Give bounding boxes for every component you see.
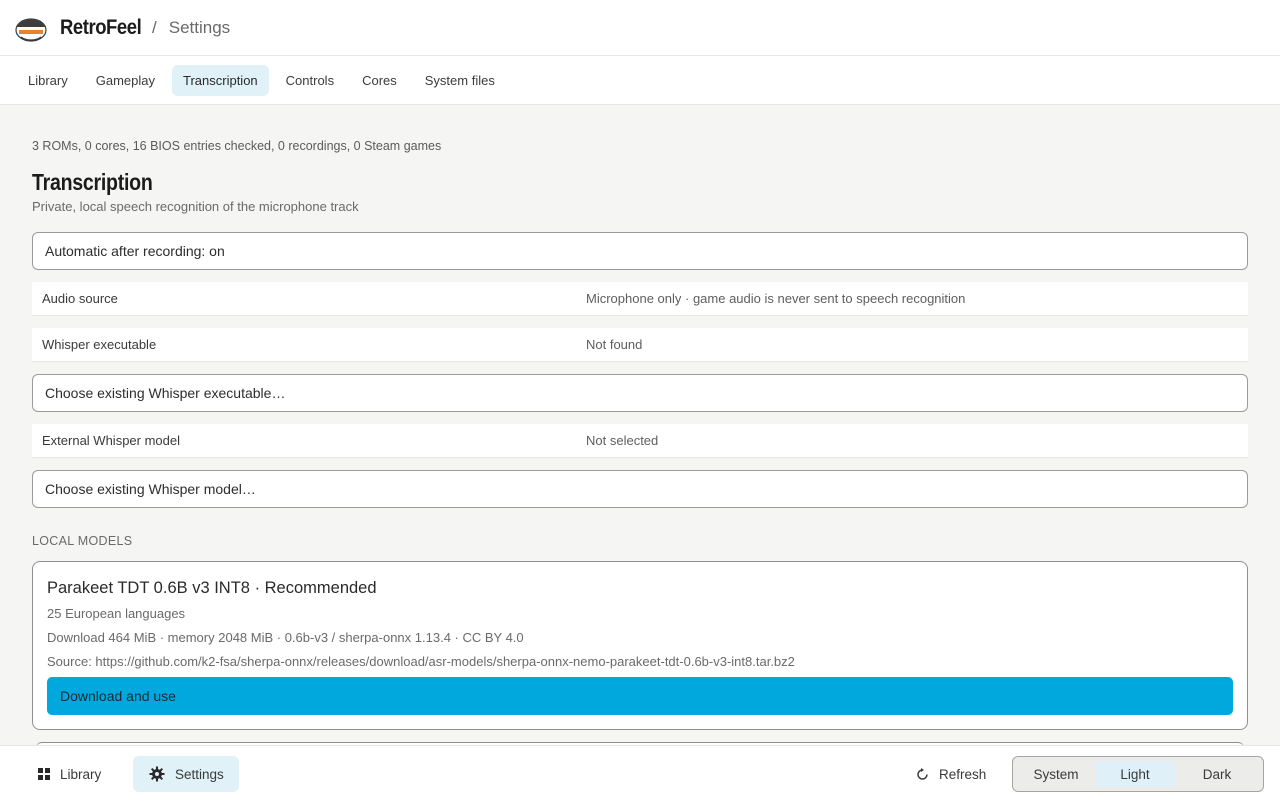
refresh-label: Refresh bbox=[939, 766, 987, 782]
app-header: RetroFeel / Settings bbox=[0, 0, 1280, 56]
model-source: Source: https://github.com/k2-fsa/sherpa… bbox=[47, 654, 795, 669]
audio-source-value: Microphone only · game audio is never se… bbox=[586, 291, 966, 306]
bottom-nav: Library Settings Refresh System Light Da… bbox=[0, 745, 1280, 800]
tab-transcription[interactable]: Transcription bbox=[172, 64, 269, 96]
tab-library[interactable]: Library bbox=[17, 65, 79, 96]
local-models-heading: LOCAL MODELS bbox=[32, 534, 133, 548]
breadcrumb-separator: / bbox=[152, 17, 157, 37]
tab-system-files[interactable]: System files bbox=[414, 65, 506, 96]
theme-system-option[interactable]: System bbox=[1017, 761, 1095, 787]
theme-dark-option[interactable]: Dark bbox=[1175, 761, 1259, 787]
choose-whisper-executable-button[interactable]: Choose existing Whisper executable… bbox=[32, 374, 1248, 412]
grid-icon bbox=[38, 768, 50, 780]
model-name: Parakeet TDT 0.6B v3 INT8 · Recommended bbox=[47, 579, 377, 597]
model-meta: Download 464 MiB · memory 2048 MiB · 0.6… bbox=[47, 630, 524, 645]
nav-settings-label: Settings bbox=[175, 766, 224, 782]
tab-gameplay[interactable]: Gameplay bbox=[85, 65, 166, 96]
app-title: RetroFeel bbox=[60, 15, 142, 39]
section-title: Transcription bbox=[32, 169, 153, 195]
auto-transcribe-toggle[interactable]: Automatic after recording: on bbox=[32, 232, 1248, 270]
external-model-row: External Whisper model Not selected bbox=[32, 424, 1248, 458]
tab-cores[interactable]: Cores bbox=[351, 65, 408, 96]
model-languages: 25 European languages bbox=[47, 606, 186, 621]
theme-light-option[interactable]: Light bbox=[1095, 761, 1175, 787]
breadcrumb-page: Settings bbox=[168, 17, 231, 37]
settings-tabs: Library Gameplay Transcription Controls … bbox=[0, 56, 1280, 105]
whisper-executable-row: Whisper executable Not found bbox=[32, 328, 1248, 362]
tab-controls[interactable]: Controls bbox=[275, 65, 345, 96]
section-subtitle: Private, local speech recognition of the… bbox=[32, 199, 359, 214]
external-model-value: Not selected bbox=[586, 433, 659, 448]
whisper-executable-value: Not found bbox=[586, 337, 643, 352]
whisper-executable-label: Whisper executable bbox=[42, 337, 157, 352]
audio-source-row: Audio source Microphone only · game audi… bbox=[32, 282, 1248, 316]
model-card: Parakeet TDT 0.6B v3 INT8 · Recommended … bbox=[32, 561, 1248, 730]
nav-library-button[interactable]: Library bbox=[28, 756, 111, 792]
gear-icon bbox=[149, 766, 165, 782]
theme-selector: System Light Dark bbox=[1012, 756, 1264, 792]
external-model-label: External Whisper model bbox=[42, 433, 180, 448]
nav-library-label: Library bbox=[60, 766, 102, 782]
refresh-button[interactable]: Refresh bbox=[916, 756, 986, 792]
app-logo-icon bbox=[15, 17, 47, 42]
choose-whisper-model-button[interactable]: Choose existing Whisper model… bbox=[32, 470, 1248, 508]
nav-settings-button[interactable]: Settings bbox=[133, 756, 239, 792]
audio-source-label: Audio source bbox=[42, 291, 118, 306]
library-summary: 3 ROMs, 0 cores, 16 BIOS entries checked… bbox=[32, 139, 442, 153]
download-and-use-button[interactable]: Download and use bbox=[47, 677, 1233, 715]
refresh-icon bbox=[916, 767, 929, 781]
